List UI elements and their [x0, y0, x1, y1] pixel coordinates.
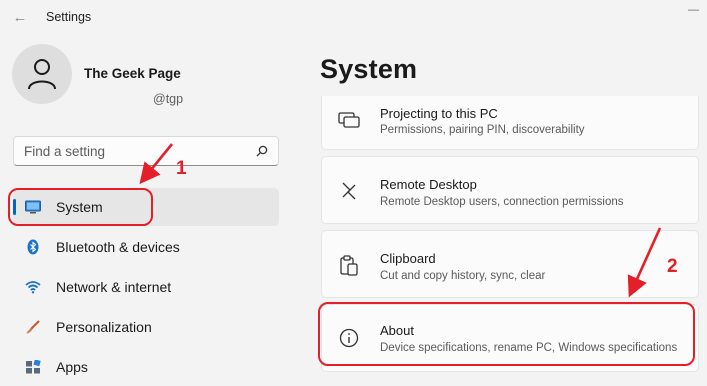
- annotation-step-1: 1: [176, 158, 187, 179]
- annotation-arrow-1: [139, 143, 174, 185]
- annotation-step-2: 2: [667, 256, 678, 277]
- annotation-arrows: [139, 143, 662, 298]
- annotation-arrow-2: [627, 227, 662, 298]
